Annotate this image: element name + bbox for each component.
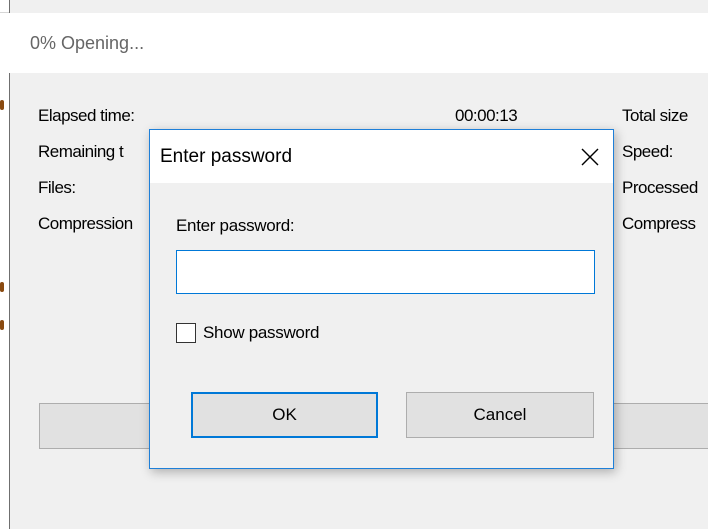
show-password-row[interactable]: Show password xyxy=(176,321,319,345)
elapsed-time-label: Elapsed time: xyxy=(38,106,135,125)
dialog-title: Enter password xyxy=(160,146,293,167)
speed-label: Speed: xyxy=(622,142,673,161)
elapsed-time-value: 00:00:13 xyxy=(455,106,518,125)
edge-mark xyxy=(0,100,4,110)
remaining-time-label: Remaining t xyxy=(38,142,124,161)
show-password-checkbox[interactable] xyxy=(176,323,196,343)
ok-button[interactable]: OK xyxy=(191,392,378,438)
password-input[interactable] xyxy=(176,250,595,294)
close-button[interactable] xyxy=(567,130,613,183)
progress-window-titlebar: 0% Opening... xyxy=(9,13,708,73)
screen: Elapsed time: Remaining t Files: Compres… xyxy=(0,0,708,529)
dialog-titlebar: Enter password xyxy=(150,130,613,183)
enter-password-dialog: Enter password Enter password: Show pass… xyxy=(149,129,614,469)
close-icon xyxy=(581,148,599,165)
progress-window-title: 0% Opening... xyxy=(30,33,145,53)
compression-ratio-label: Compress xyxy=(622,214,696,233)
edge-mark xyxy=(0,282,4,292)
processed-label: Processed xyxy=(622,178,698,197)
cancel-button[interactable]: Cancel xyxy=(406,392,594,438)
total-size-label: Total size xyxy=(622,106,688,125)
password-prompt-label: Enter password: xyxy=(176,216,295,235)
show-password-label[interactable]: Show password xyxy=(203,323,319,343)
edge-mark xyxy=(0,320,4,330)
files-label: Files: xyxy=(38,178,76,197)
compression-label: Compression xyxy=(38,214,133,233)
